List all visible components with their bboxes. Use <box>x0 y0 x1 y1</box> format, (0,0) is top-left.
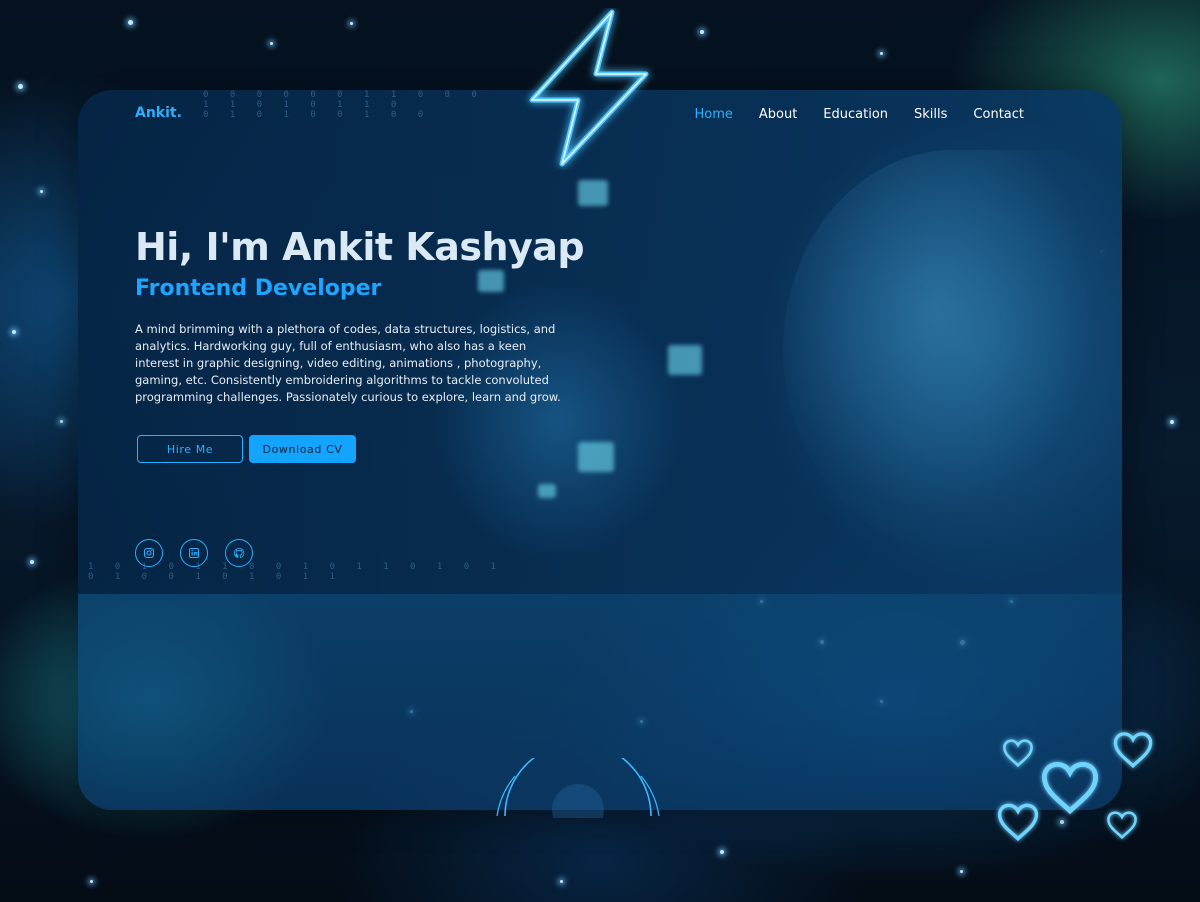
instagram-icon <box>143 547 155 559</box>
hearts-decoration <box>997 732 1153 841</box>
nav-contact[interactable]: Contact <box>973 107 1024 122</box>
lightning-bolt-icon <box>529 9 649 167</box>
code-rain-decoration: 0 0 0 0 0 0 1 1 0 0 01 1 0 1 0 1 1 00 1 … <box>203 90 485 120</box>
hire-me-button[interactable]: Hire Me <box>137 435 243 463</box>
nav-about[interactable]: About <box>759 107 797 122</box>
nav-skills[interactable]: Skills <box>914 107 947 122</box>
hero-bio: A mind brimming with a plethora of codes… <box>135 322 561 404</box>
nav-education[interactable]: Education <box>823 107 888 122</box>
hero-subtitle: Frontend Developer <box>135 276 382 301</box>
github-icon <box>233 547 245 558</box>
avatar-ring-decoration <box>496 758 660 818</box>
download-cv-button[interactable]: Download CV <box>249 435 356 463</box>
page-background: 0 0 0 0 0 0 1 1 0 0 01 1 0 1 0 1 1 00 1 … <box>0 0 1200 902</box>
hero-title: Hi, I'm Ankit Kashyap <box>135 225 585 269</box>
linkedin-link[interactable] <box>180 539 208 567</box>
github-link[interactable] <box>225 539 253 567</box>
portfolio-window: 0 0 0 0 0 0 1 1 0 0 01 1 0 1 0 1 1 00 1 … <box>78 90 1122 810</box>
main-nav: Home About Education Skills Contact <box>694 107 1024 122</box>
instagram-link[interactable] <box>135 539 163 567</box>
linkedin-icon <box>189 548 199 558</box>
nav-home[interactable]: Home <box>694 107 732 122</box>
portrait-image <box>783 150 1122 550</box>
brand-logo[interactable]: Ankit. <box>135 105 182 121</box>
